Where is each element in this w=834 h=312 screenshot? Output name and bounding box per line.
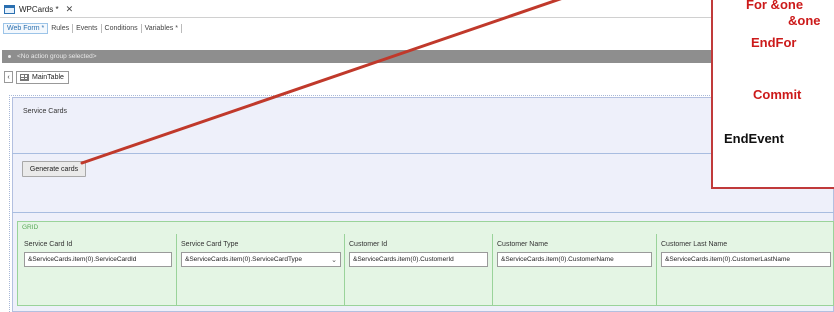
code-line-endevent: EndEvent [724,131,784,146]
grid-column-divider [344,234,345,306]
tab-events[interactable]: Events [73,24,102,33]
field-value: &ServiceCards.item(0).CustomerName [501,256,614,263]
tab-conditions[interactable]: Conditions [102,24,142,33]
tab-web-form[interactable]: Web Form * [3,23,49,34]
webpanel-icon [4,5,15,14]
column-header-service-card-id[interactable]: Service Card Id [24,241,72,248]
code-overlay-box: For &one &one EndFor Commit EndEvent [711,0,834,189]
customer-id-field[interactable]: &ServiceCards.item(0).CustomerId [349,252,488,267]
breadcrumb-maintable-label: MainTable [32,73,64,81]
document-tab-strip: WPCards * ✕ [0,0,834,18]
field-value: &ServiceCards.item(0).ServiceCardId [28,256,137,263]
breadcrumb-back-button[interactable]: ‹ [4,71,13,83]
table-icon [20,73,29,81]
code-line-for: For &one [746,0,804,12]
tab-rules[interactable]: Rules [48,24,74,33]
document-tab-wpcards[interactable]: WPCards * ✕ [4,2,73,17]
bullet-icon [8,55,11,58]
customer-last-name-field[interactable]: &ServiceCards.item(0).CustomerLastName [661,252,831,267]
table-row-divider [12,212,834,213]
grid-label: GRID [22,224,39,231]
breadcrumb: ‹ MainTable [4,70,69,84]
field-value: &ServiceCards.item(0).CustomerId [353,256,454,263]
tab-variables[interactable]: Variables * [142,24,182,33]
generate-cards-button[interactable]: Generate cards [22,161,86,177]
column-header-customer-last-name[interactable]: Customer Last Name [661,241,727,248]
part-tab-bar: Web Form * Rules Events Conditions Varia… [0,20,182,37]
code-line-endfor: EndFor [751,35,797,50]
code-line-one: &one [788,13,821,28]
column-header-service-card-type[interactable]: Service Card Type [181,241,238,248]
document-tab-label: WPCards * [19,5,59,14]
field-value: &ServiceCards.item(0).CustomerLastName [665,256,790,263]
field-value: &ServiceCards.item(0).ServiceCardType [185,256,303,263]
grid-column-divider [176,234,177,306]
column-header-customer-id[interactable]: Customer Id [349,241,387,248]
column-header-customer-name[interactable]: Customer Name [497,241,548,248]
grid-column-divider [492,234,493,306]
breadcrumb-maintable[interactable]: MainTable [16,70,69,84]
grid-column-divider [656,234,657,306]
customer-name-field[interactable]: &ServiceCards.item(0).CustomerName [497,252,652,267]
close-icon[interactable]: ✕ [66,4,74,15]
service-card-id-field[interactable]: &ServiceCards.item(0).ServiceCardId [24,252,172,267]
service-card-type-combo[interactable]: &ServiceCards.item(0).ServiceCardType ⌄ [181,252,341,267]
chevron-down-icon[interactable]: ⌄ [331,256,337,264]
action-group-text: <No action group selected> [17,53,97,60]
service-cards-title[interactable]: Service Cards [23,108,67,115]
code-line-commit: Commit [753,87,802,102]
action-group-bar[interactable]: <No action group selected> [2,50,834,63]
